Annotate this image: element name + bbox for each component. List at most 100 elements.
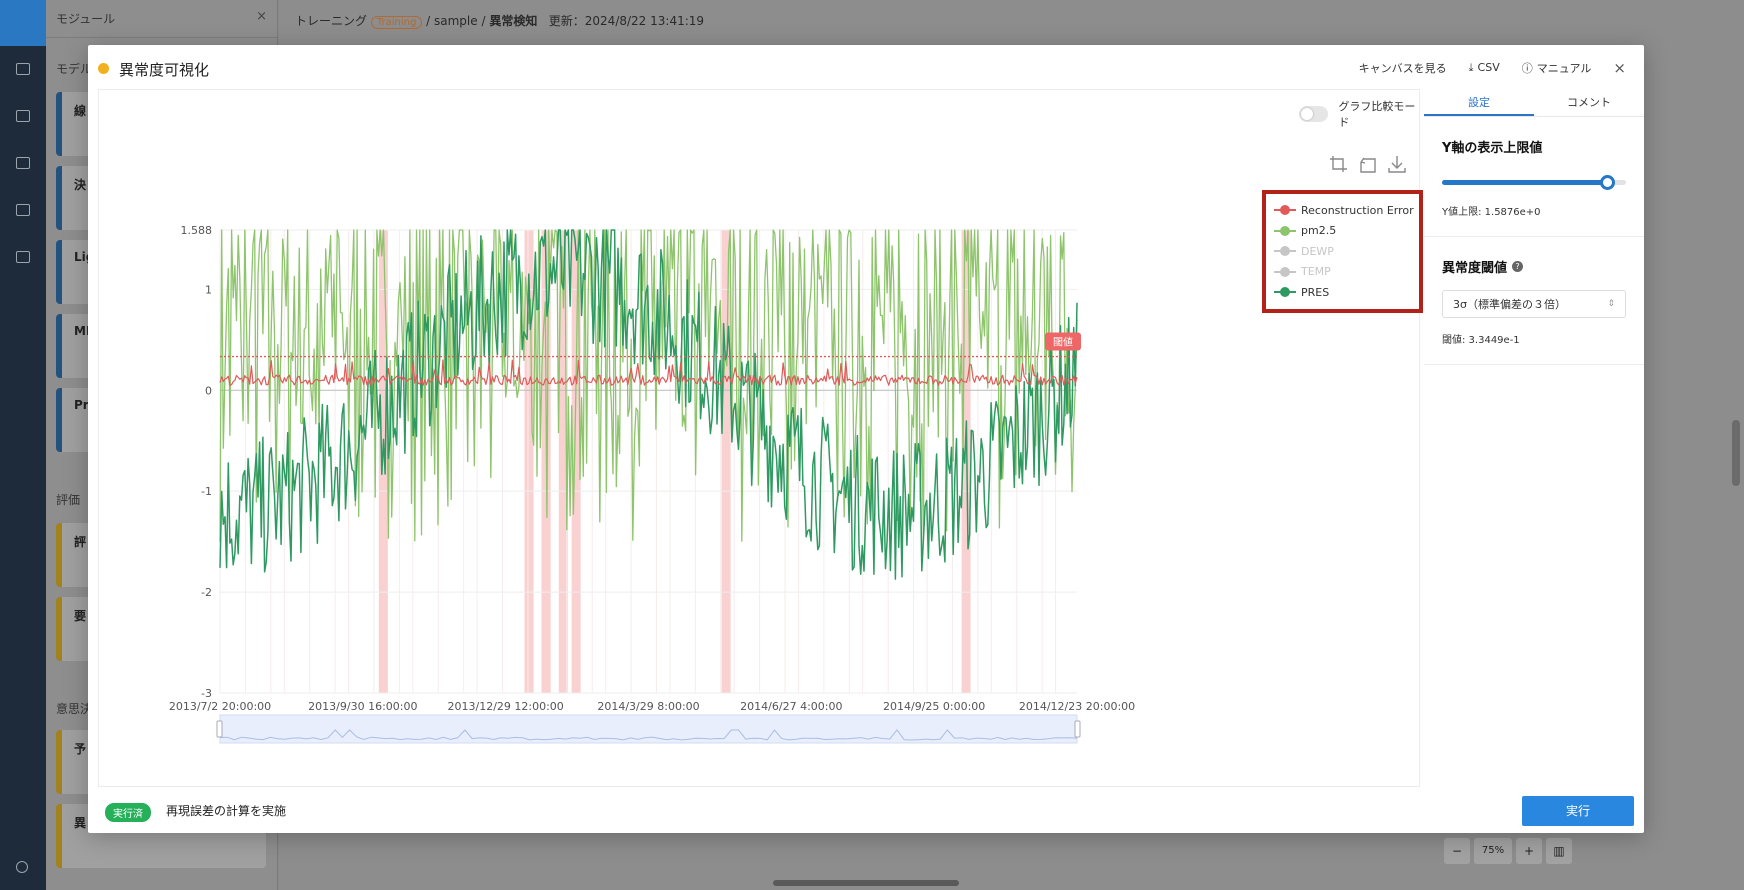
tab-settings[interactable]: 設定 bbox=[1424, 89, 1534, 116]
legend-item-pm25[interactable]: pm2.5 bbox=[1274, 221, 1419, 242]
zoom-handle-right bbox=[1074, 720, 1081, 738]
threshold-selected: 3σ（標準偏差の３倍） bbox=[1453, 298, 1566, 311]
threshold-section: 異常度閾値? 3σ（標準偏差の３倍） ⇕ 閾値: 3.3449e-1 bbox=[1424, 237, 1644, 365]
breadcrumb-current: 異常検知 bbox=[489, 14, 538, 28]
zoom-controls: − 75% + ▥ bbox=[1444, 838, 1572, 864]
zoom-track bbox=[219, 714, 1078, 744]
y-limit-value: Y値上限: 1.5876e+0 bbox=[1442, 207, 1541, 218]
manual-button[interactable]: ⓘ マニュアル bbox=[1522, 60, 1592, 76]
x-tick-label: 2013/12/29 12:00:00 bbox=[448, 700, 564, 713]
y-tick-label: -1 bbox=[201, 485, 212, 498]
compare-mode-label: グラフ比較モード bbox=[1338, 100, 1416, 129]
chart-panel: グラフ比較モード 1.588 1 0 -1 -2 -3 2013/7/2 20:00:00… bbox=[98, 89, 1420, 787]
breadcrumb: トレーニング Training / sample / 異常検知 更新：2024/… bbox=[295, 12, 704, 29]
file-icon[interactable] bbox=[16, 63, 30, 75]
y-tick-label: 1.588 bbox=[181, 224, 213, 237]
zoom-in-button[interactable]: + bbox=[1516, 838, 1542, 864]
csv-download-button[interactable]: ⤓ CSV bbox=[1469, 61, 1500, 75]
threshold-label: 閾値 bbox=[1053, 336, 1073, 349]
zoom-reset-icon[interactable] bbox=[1358, 154, 1378, 174]
status-dot bbox=[98, 63, 109, 74]
legend-item-reconstruction-error[interactable]: Reconstruction Error bbox=[1274, 200, 1419, 221]
app-logo bbox=[0, 0, 46, 46]
chart-legend: Reconstruction Error pm2.5 DEWP TEMP PRE… bbox=[1262, 190, 1423, 313]
y-tick-label: -3 bbox=[201, 687, 212, 700]
y-limit-heading: Y軸の表示上限値 bbox=[1442, 141, 1543, 156]
help-icon[interactable]: ? bbox=[1512, 261, 1524, 272]
legend-marker bbox=[1274, 246, 1296, 257]
threshold-heading: 異常度閾値 bbox=[1442, 261, 1508, 276]
text-icon[interactable] bbox=[16, 204, 30, 216]
updated-time: 更新：2024/8/22 13:41:19 bbox=[548, 14, 705, 28]
legend-item-dewp[interactable]: DEWP bbox=[1274, 241, 1419, 262]
compare-mode-toggle-wrap: グラフ比較モード bbox=[1299, 98, 1419, 130]
section-eval: 評価 bbox=[56, 493, 81, 507]
status-badge: 実行済 bbox=[105, 803, 151, 822]
x-tick-label: 2014/6/27 4:00:00 bbox=[740, 700, 842, 713]
csv-label: CSV bbox=[1477, 61, 1500, 74]
map-icon[interactable]: ▥ bbox=[1546, 838, 1572, 864]
data-zoom-slider[interactable] bbox=[216, 714, 1081, 744]
legend-label: TEMP bbox=[1301, 265, 1331, 279]
chevron-updown-icon: ⇕ bbox=[1607, 299, 1615, 309]
slider-fill bbox=[1442, 180, 1608, 185]
horizontal-scrollbar[interactable] bbox=[773, 880, 959, 886]
flask-icon[interactable] bbox=[16, 157, 30, 169]
x-tick-label: 2014/3/29 8:00:00 bbox=[597, 700, 699, 713]
save-image-icon[interactable] bbox=[1387, 154, 1407, 174]
breadcrumb-path[interactable]: / sample / bbox=[426, 14, 485, 28]
anomaly-band bbox=[378, 230, 388, 693]
y-tick-label: -2 bbox=[201, 586, 212, 599]
question-circle-icon: ⓘ bbox=[1521, 62, 1533, 75]
x-tick-label: 2013/9/30 16:00:00 bbox=[308, 700, 417, 713]
zoom-select-icon[interactable] bbox=[1329, 154, 1349, 174]
slider-knob[interactable] bbox=[1599, 175, 1615, 190]
x-tick-label: 2013/7/2 20:00:00 bbox=[169, 700, 271, 713]
module-panel-title: モジュール bbox=[56, 12, 116, 26]
modal-close-button[interactable]: × bbox=[1613, 59, 1626, 77]
x-axis: 2013/7/2 20:00:00 2013/9/30 16:00:00 2013/… bbox=[169, 700, 1135, 713]
modal-title: 異常度可視化 bbox=[119, 61, 210, 79]
vertical-scrollbar[interactable] bbox=[1732, 420, 1740, 486]
zoom-handle-left bbox=[216, 720, 223, 738]
y-axis: 1.588 1 0 -1 -2 -3 bbox=[181, 224, 213, 700]
run-button[interactable]: 実行 bbox=[1522, 796, 1634, 826]
anomaly-band bbox=[721, 230, 731, 693]
breadcrumb-root[interactable]: トレーニング bbox=[295, 14, 367, 28]
line-chart[interactable]: 1.588 1 0 -1 -2 -3 2013/7/2 20:00:00 2013/9/30… bbox=[99, 90, 1229, 788]
modal-actions: キャンバスを見る ⤓ CSV ⓘ マニュアル × bbox=[1359, 59, 1626, 77]
help-icon[interactable] bbox=[16, 861, 28, 873]
legend-marker bbox=[1274, 266, 1296, 277]
zoom-out-button[interactable]: − bbox=[1444, 838, 1470, 864]
close-icon[interactable]: × bbox=[256, 9, 267, 24]
database-icon[interactable] bbox=[16, 110, 30, 122]
settings-sidebar: 設定 コメント Y軸の表示上限値 Y値上限: 1.5876e+0 異常度閾値? … bbox=[1424, 89, 1644, 789]
compare-mode-toggle[interactable] bbox=[1299, 106, 1329, 122]
view-canvas-button[interactable]: キャンバスを見る bbox=[1359, 60, 1447, 76]
legend-label: Reconstruction Error bbox=[1301, 203, 1414, 217]
chart-toolbox bbox=[1329, 154, 1407, 174]
training-badge: Training bbox=[370, 16, 423, 29]
tab-comment[interactable]: コメント bbox=[1534, 89, 1644, 116]
y-tick-label: 1 bbox=[205, 283, 212, 296]
legend-item-temp[interactable]: TEMP bbox=[1274, 262, 1419, 283]
legend-marker bbox=[1274, 287, 1296, 298]
left-rail bbox=[0, 0, 46, 890]
threshold-select[interactable]: 3σ（標準偏差の３倍） ⇕ bbox=[1442, 290, 1626, 318]
legend-item-pres[interactable]: PRES bbox=[1274, 282, 1419, 303]
status-text: 再現誤差の計算を実施 bbox=[166, 804, 287, 818]
x-tick-label: 2014/9/25 0:00:00 bbox=[883, 700, 985, 713]
y-limit-section: Y軸の表示上限値 Y値上限: 1.5876e+0 bbox=[1424, 117, 1644, 237]
tools-icon[interactable] bbox=[16, 251, 30, 263]
legend-label: DEWP bbox=[1301, 244, 1334, 258]
legend-label: PRES bbox=[1301, 285, 1330, 299]
manual-label: マニュアル bbox=[1536, 62, 1592, 75]
threshold-value: 閾値: 3.3449e-1 bbox=[1442, 335, 1520, 346]
x-tick-label: 2014/12/23 20:00:00 bbox=[1019, 700, 1135, 713]
y-tick-label: 0 bbox=[205, 384, 212, 397]
anomaly-visualization-modal: 異常度可視化 キャンバスを見る ⤓ CSV ⓘ マニュアル × グラフ比較モード 1… bbox=[88, 45, 1644, 833]
download-icon: ⤓ bbox=[1468, 61, 1474, 74]
legend-marker bbox=[1274, 205, 1296, 216]
y-limit-slider[interactable] bbox=[1442, 174, 1626, 190]
zoom-level: 75% bbox=[1474, 838, 1512, 864]
